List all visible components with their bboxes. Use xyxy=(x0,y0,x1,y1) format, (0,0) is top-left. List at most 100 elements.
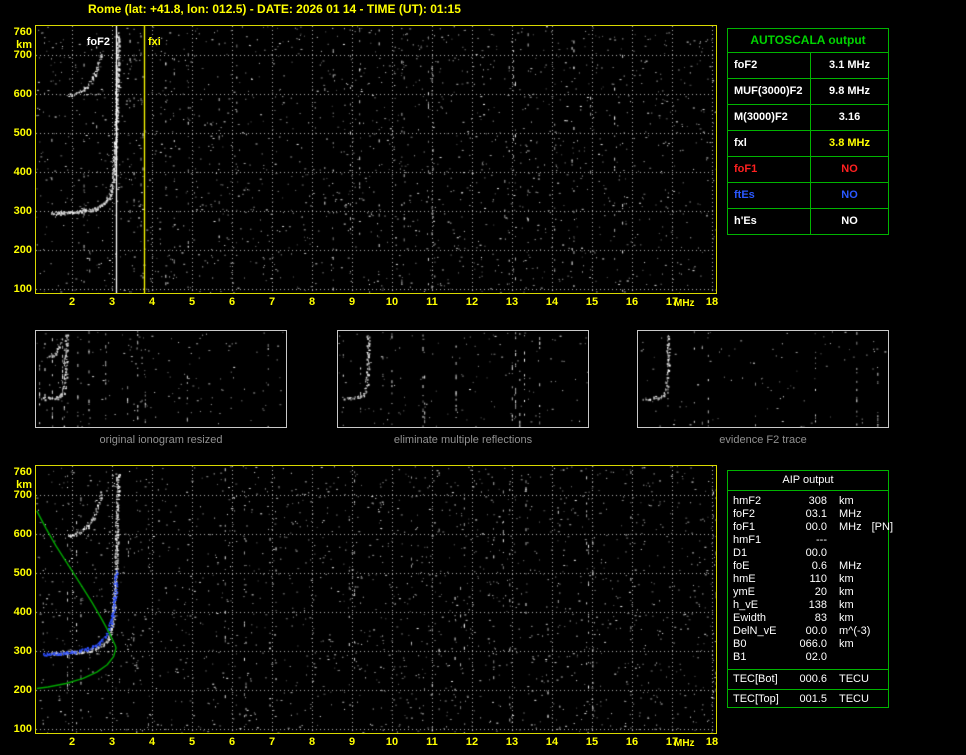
aip-row: hmF1 --- xyxy=(733,534,888,547)
aip-param-name: foF2 xyxy=(733,508,756,520)
x-tick-label: 13 xyxy=(505,736,519,748)
aip-row: foF2 03.1 MHz xyxy=(733,508,888,521)
x-tick-label: 15 xyxy=(585,736,599,748)
aip-param-value: 138 xyxy=(808,599,827,611)
aip-param-name: foE xyxy=(733,560,750,572)
x-tick-label: 8 xyxy=(308,736,316,748)
thumbnail-eliminate-reflections xyxy=(337,330,589,428)
aip-param-unit: km xyxy=(839,599,854,611)
aip-param-name: B1 xyxy=(733,651,747,663)
ionogram-canvas-top xyxy=(36,26,716,293)
aip-row: Ewidth 83 km xyxy=(733,612,888,625)
aip-row: hmF2 308 km xyxy=(733,495,888,508)
aip-param-unit: TECU xyxy=(839,693,869,705)
y-tick-label: 300 xyxy=(13,645,32,658)
param-label: ftEs xyxy=(728,183,811,208)
aip-param-value: 308 xyxy=(808,495,827,507)
aip-param-value: 00.0 xyxy=(805,547,827,559)
aip-param-value: 03.1 xyxy=(805,508,827,520)
aip-param-name: foF1 xyxy=(733,521,756,533)
table-row: foF1 NO xyxy=(728,157,888,183)
aip-param-unit: MHz xyxy=(839,560,862,572)
x-tick-label: 12 xyxy=(465,296,479,308)
param-label: M(3000)F2 xyxy=(728,105,811,130)
aip-param-value: 02.0 xyxy=(805,651,827,663)
aip-param-unit: km xyxy=(839,573,854,585)
aip-tec-section: TEC[Bot] 000.6 TECU xyxy=(728,672,888,687)
table-row: ftEs NO xyxy=(728,183,888,209)
aip-param-value: 83 xyxy=(814,612,827,624)
fxi-marker-label: fxi xyxy=(148,36,161,48)
x-tick-label: 4 xyxy=(148,296,156,308)
aip-row: TEC[Top] 001.5 TECU xyxy=(733,693,888,706)
thumbnail-canvas xyxy=(338,331,588,427)
y-tick-label: 200 xyxy=(13,684,32,697)
aip-row: DelN_vE 00.0 m^(-3) xyxy=(733,625,888,638)
aip-body: hmF2 308 km foF2 03.1 MHz foF1 00.0 MHz [PN] hm… xyxy=(728,491,893,667)
aip-param-unit: km xyxy=(839,586,854,598)
y-tick-label: 600 xyxy=(13,88,32,101)
aip-param-name: TEC[Top] xyxy=(733,693,779,705)
x-tick-label: 18 xyxy=(705,736,719,748)
param-label: h'Es xyxy=(728,209,811,234)
x-tick-label: 13 xyxy=(505,296,519,308)
y-tick-label: 200 xyxy=(13,244,32,257)
aip-param-value: 20 xyxy=(814,586,827,598)
aip-param-name: Ewidth xyxy=(733,612,767,624)
aip-row: hmE 110 km xyxy=(733,573,888,586)
x-axis-unit-label: MHz xyxy=(674,738,695,749)
aip-param-name: TEC[Bot] xyxy=(733,673,778,685)
aip-param-value: 00.0 xyxy=(805,625,827,637)
thumbnail-evidence-f2-trace xyxy=(637,330,889,428)
aip-param-name: hmE xyxy=(733,573,756,585)
x-tick-label: 14 xyxy=(545,296,559,308)
aip-output-panel: AIP output hmF2 308 km foF2 03.1 MHz foF1 00.… xyxy=(727,470,893,708)
aip-param-name: hmF2 xyxy=(733,495,762,507)
thumbnail-canvas xyxy=(638,331,888,427)
x-tick-label: 18 xyxy=(705,296,719,308)
thumbnail-original-ionogram xyxy=(35,330,287,428)
param-label: foF1 xyxy=(728,157,811,182)
x-tick-label: 3 xyxy=(108,296,116,308)
aip-param-value: 001.5 xyxy=(799,693,827,705)
aip-header: AIP output xyxy=(728,471,888,491)
aip-row: ymE 20 km xyxy=(733,586,888,599)
x-tick-label: 6 xyxy=(228,736,236,748)
aip-param-unit: km xyxy=(839,638,854,650)
x-tick-label: 16 xyxy=(625,736,639,748)
thumbnail-caption: evidence F2 trace xyxy=(719,434,807,446)
param-value: 3.16 xyxy=(838,111,861,123)
aip-param-value: --- xyxy=(816,534,827,546)
aip-param-name: ymE xyxy=(733,586,755,598)
y-tick-label: 760 xyxy=(13,25,32,38)
table-row: fxl 3.8 MHz xyxy=(728,131,888,157)
x-tick-label: 10 xyxy=(385,736,399,748)
aip-param-value: 0.6 xyxy=(811,560,827,572)
x-tick-label: 15 xyxy=(585,296,599,308)
page-title: Rome (lat: +41.8, lon: 012.5) - DATE: 20… xyxy=(88,2,461,16)
aip-param-name: hmF1 xyxy=(733,534,762,546)
aip-row: B1 02.0 xyxy=(733,651,888,664)
x-tick-label: 12 xyxy=(465,736,479,748)
x-tick-label: 3 xyxy=(108,736,116,748)
aip-param-value: 000.6 xyxy=(799,673,827,685)
aip-param-unit: MHz xyxy=(839,508,862,520)
y-tick-label: 300 xyxy=(13,205,32,218)
thumbnail-caption: original ionogram resized xyxy=(99,434,223,446)
aip-param-unit: km xyxy=(839,495,854,507)
y-tick-label: 760 xyxy=(13,465,32,478)
param-label: fxl xyxy=(728,131,811,156)
ionogram-canvas-bottom xyxy=(36,466,716,733)
aip-row: h_vE 138 km xyxy=(733,599,888,612)
x-tick-label: 7 xyxy=(268,736,276,748)
autoscala-screen: Rome (lat: +41.8, lon: 012.5) - DATE: 20… xyxy=(0,0,966,755)
param-value: 3.1 MHz xyxy=(829,59,870,71)
table-row: h'Es NO xyxy=(728,209,888,234)
x-tick-label: 9 xyxy=(348,296,356,308)
x-tick-label: 11 xyxy=(426,296,438,308)
y-tick-label: 700 xyxy=(13,49,32,62)
y-tick-label: 500 xyxy=(13,127,32,140)
param-label: MUF(3000)F2 xyxy=(728,79,811,104)
aip-row: foE 0.6 MHz xyxy=(733,560,888,573)
x-tick-label: 11 xyxy=(426,736,438,748)
